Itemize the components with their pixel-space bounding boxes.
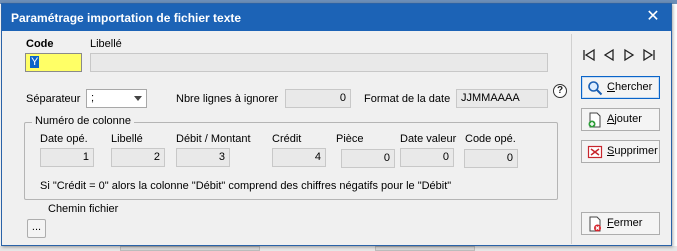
chemin-fichier-label: Chemin fichier <box>48 203 119 215</box>
dialog-title: Paramétrage importation de fichier texte <box>11 11 242 25</box>
col-code-ope-label: Code opé. <box>465 133 516 145</box>
col-credit-label: Crédit <box>272 133 302 145</box>
col-credit-input[interactable]: 4 <box>272 148 326 167</box>
col-piece-input[interactable]: 0 <box>341 149 395 168</box>
chercher-mnemonic: C <box>607 81 615 93</box>
chercher-label: hercher <box>614 81 653 93</box>
libelle-input[interactable] <box>90 53 548 72</box>
ajouter-label: jouter <box>614 113 642 125</box>
background-window-edge-bottom <box>0 246 677 251</box>
help-icon[interactable]: ? <box>553 84 567 98</box>
col-debit-label: Débit / Montant <box>176 133 251 145</box>
delete-icon <box>587 144 603 160</box>
col-date-valeur-input[interactable]: 0 <box>400 148 454 167</box>
close-document-icon <box>587 216 603 232</box>
nbre-lignes-label: Nbre lignes à ignorer <box>176 93 279 105</box>
separateur-value: ; <box>91 92 95 104</box>
columns-group-title: Numéro de colonne <box>32 115 135 127</box>
chercher-button[interactable]: Chercher <box>581 76 660 99</box>
libelle-label: Libellé <box>90 38 122 50</box>
col-date-ope-input[interactable]: 1 <box>40 148 94 167</box>
previous-icon[interactable] <box>602 48 616 62</box>
col-date-ope-label: Date opé. <box>40 133 88 145</box>
col-code-ope-input[interactable]: 0 <box>464 149 518 168</box>
col-debit-input[interactable]: 3 <box>176 148 230 167</box>
col-libelle-input[interactable]: 2 <box>111 148 165 167</box>
col-libelle-label: Libellé <box>111 133 143 145</box>
title-bar[interactable]: Paramétrage importation de fichier texte… <box>2 4 671 31</box>
vertical-separator <box>571 34 572 244</box>
separateur-select[interactable]: ; <box>86 89 147 108</box>
col-piece-label: Pièce <box>336 133 364 145</box>
add-document-icon <box>587 112 603 128</box>
ajouter-button[interactable]: Ajouter <box>581 108 660 131</box>
supprimer-button[interactable]: Supprimer <box>581 140 660 163</box>
search-icon <box>587 80 603 96</box>
dialog-window: Paramétrage importation de fichier texte… <box>1 3 672 246</box>
code-value: Y <box>30 56 40 68</box>
close-icon[interactable]: ✕ <box>643 8 663 26</box>
code-input[interactable]: Y <box>25 53 82 72</box>
format-date-label: Format de la date <box>364 93 451 105</box>
fermer-label: ermer <box>613 217 643 229</box>
fermer-button[interactable]: Fermer <box>581 212 660 235</box>
col-date-valeur-label: Date valeur <box>400 133 457 145</box>
format-date-input[interactable]: JJMMAAAA <box>456 89 548 108</box>
browse-file-button[interactable]: ... <box>27 219 46 238</box>
supprimer-label: upprimer <box>614 145 658 157</box>
code-label: Code <box>26 38 54 50</box>
chevron-down-icon <box>134 96 142 101</box>
separateur-label: Séparateur <box>26 93 81 105</box>
fermer-mnemonic: F <box>607 217 614 229</box>
next-icon[interactable] <box>622 48 636 62</box>
first-icon[interactable] <box>582 48 596 62</box>
nbre-lignes-input[interactable]: 0 <box>285 89 351 108</box>
columns-note: Si "Crédit = 0" alors la colonne "Débit"… <box>40 180 452 192</box>
last-icon[interactable] <box>642 48 656 62</box>
